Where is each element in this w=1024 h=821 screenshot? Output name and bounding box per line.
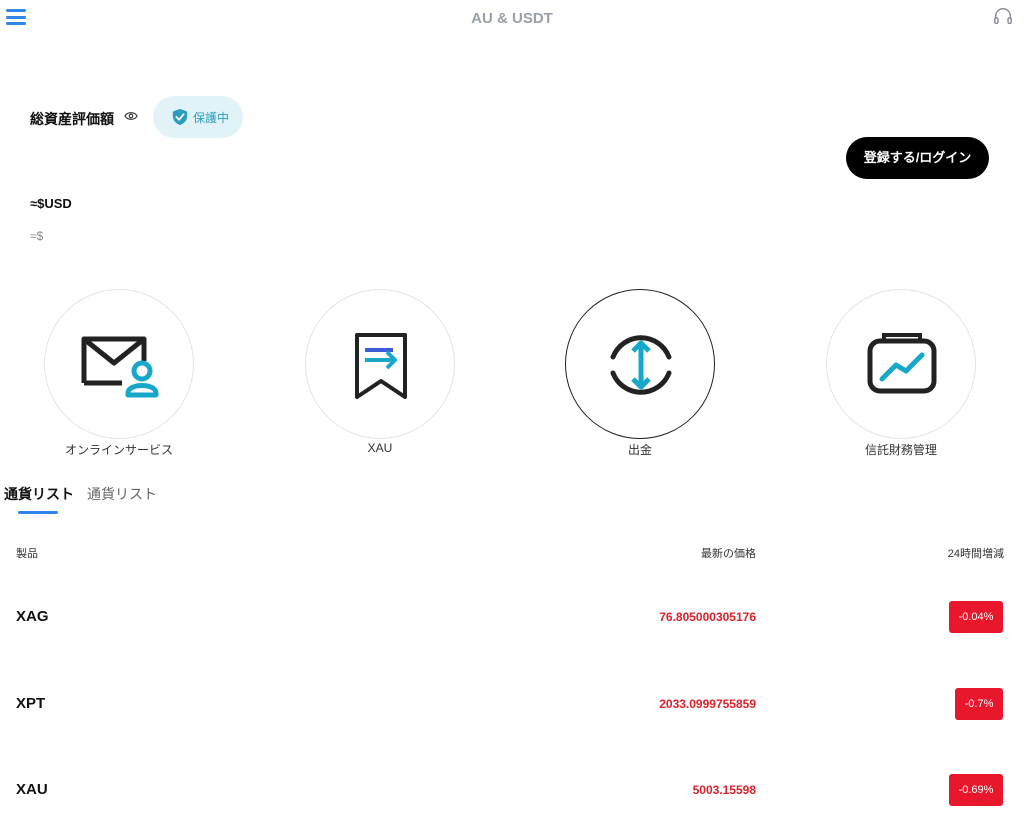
bookmark-arrow-icon <box>355 333 407 399</box>
header-price: 最新の価格 <box>701 548 756 560</box>
quick-action-xau[interactable] <box>305 289 455 439</box>
mail-user-icon <box>81 336 159 398</box>
change-badge[interactable]: -0.04% <box>949 601 1003 633</box>
headset-icon[interactable] <box>992 6 1014 28</box>
header-change: 24時間増減 <box>947 548 1004 560</box>
quick-action-label: 出金 <box>627 443 652 457</box>
top-bar: AU & USDT <box>0 0 1024 38</box>
protection-badge: 保護中 <box>153 96 243 138</box>
app-title: AU & USDT <box>471 10 553 27</box>
header-product: 製品 <box>16 548 38 560</box>
total-assets-label: 総資産評価額 <box>30 111 114 127</box>
tab-currency-list[interactable]: 通貨リスト <box>87 484 157 504</box>
shield-check-icon <box>172 108 188 126</box>
quick-action-label: オンラインサービス <box>64 443 173 457</box>
protection-label: 保護中 <box>193 110 230 125</box>
quick-action-trust-management[interactable] <box>826 289 976 439</box>
change-badge[interactable]: -0.69% <box>949 774 1003 806</box>
quick-action-withdraw[interactable] <box>565 289 715 439</box>
tab-currency-list-active[interactable]: 通貨リスト <box>4 484 74 504</box>
quick-action-label: 信託財務管理 <box>864 443 937 457</box>
eye-icon[interactable] <box>124 110 138 122</box>
row-product-name: XPT <box>16 695 46 712</box>
tab-underline <box>18 511 58 514</box>
exchange-icon <box>610 335 672 395</box>
row-product-name: XAU <box>16 781 48 798</box>
register-login-button[interactable]: 登録する/ログイン <box>846 137 989 179</box>
quick-action-label: XAU <box>367 441 393 455</box>
row-price: 76.805000305176 <box>659 610 756 624</box>
usd-value: ≈$USD <box>30 196 72 211</box>
chart-folder-icon <box>867 333 937 394</box>
approx-value: ≈$ <box>30 229 44 243</box>
change-badge[interactable]: -0.7% <box>955 688 1003 720</box>
row-price: 2033.0999755859 <box>659 697 756 711</box>
row-price: 5003.15598 <box>692 783 756 797</box>
quick-action-online-service[interactable] <box>44 289 194 439</box>
row-product-name: XAG <box>16 608 49 625</box>
